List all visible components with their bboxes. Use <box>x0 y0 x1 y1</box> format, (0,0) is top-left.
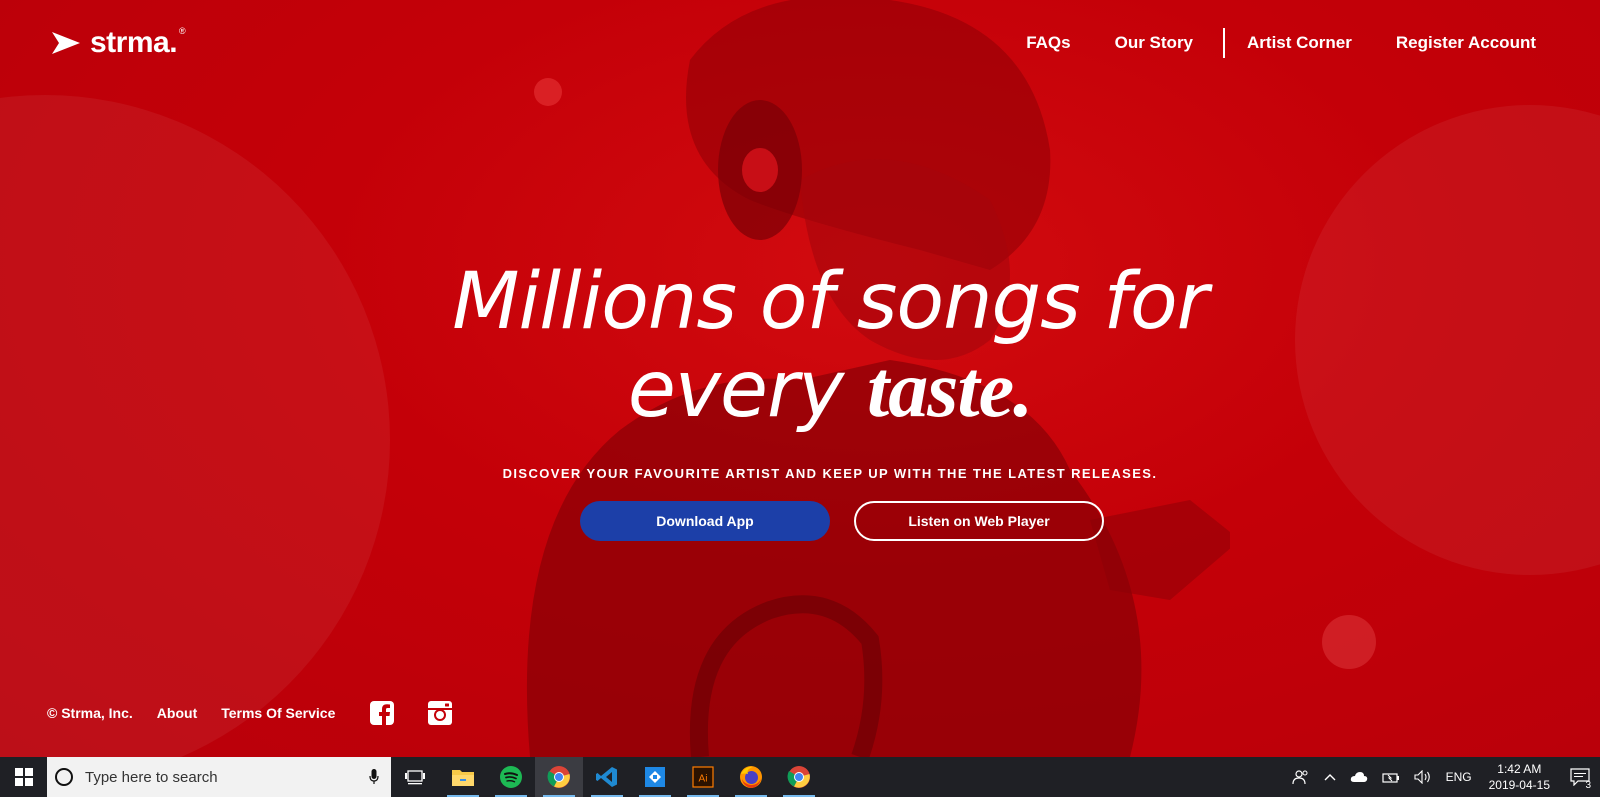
instagram-icon[interactable] <box>427 700 453 726</box>
task-view-icon[interactable] <box>391 757 439 797</box>
headline-line-1: Millions of songs for <box>452 257 1209 347</box>
footer-about-link[interactable]: About <box>157 705 197 721</box>
windows-logo-icon <box>14 768 33 786</box>
svg-text:Ai: Ai <box>699 774 708 785</box>
nav-divider <box>1223 28 1226 58</box>
logo-arrow-icon <box>52 32 80 54</box>
nav-our-story-link[interactable]: Our Story <box>1115 33 1193 53</box>
footer-copyright: © Strma, Inc. <box>47 705 133 721</box>
logo-text: strma. <box>90 26 178 59</box>
chrome-icon[interactable] <box>775 757 823 797</box>
microphone-icon[interactable] <box>369 769 379 785</box>
footer: © Strma, Inc. About Terms Of Service <box>47 700 475 726</box>
hero-subtitle: DISCOVER YOUR FAVOURITE ARTIST AND KEEP … <box>502 466 1158 481</box>
facebook-icon[interactable] <box>369 700 395 726</box>
taskbar-search-box[interactable]: Type here to search <box>47 757 391 797</box>
onedrive-icon[interactable] <box>1350 771 1368 783</box>
headline-line-2: every taste. <box>0 346 1600 434</box>
spotify-icon[interactable] <box>487 757 535 797</box>
listen-web-player-button[interactable]: Listen on Web Player <box>854 501 1104 541</box>
cortana-icon <box>55 768 73 786</box>
download-app-button[interactable]: Download App <box>580 501 830 541</box>
chevron-up-icon[interactable] <box>1324 773 1336 781</box>
top-navigation: FAQs Our Story Artist Corner Register Ac… <box>982 28 1536 58</box>
app-icon[interactable] <box>631 757 679 797</box>
firefox-icon[interactable] <box>727 757 775 797</box>
chrome-icon[interactable] <box>535 757 583 797</box>
headline-every: every <box>627 345 868 435</box>
brand-logo[interactable]: strma. ® <box>50 26 192 60</box>
notification-count: 3 <box>1585 780 1591 791</box>
system-tray: ENG 1:42 AM 2019-04-15 3 <box>1285 757 1600 797</box>
hero-headline: Millions of songs for every taste. <box>0 258 1600 434</box>
clock[interactable]: 1:42 AM 2019-04-15 <box>1489 761 1550 793</box>
headline-taste: taste. <box>867 346 1033 434</box>
language-indicator[interactable]: ENG <box>1446 770 1472 784</box>
clock-time: 1:42 AM <box>1497 762 1542 776</box>
people-icon[interactable] <box>1291 769 1310 785</box>
battery-icon[interactable] <box>1381 771 1400 783</box>
volume-icon[interactable] <box>1414 770 1432 784</box>
search-placeholder: Type here to search <box>85 768 218 786</box>
illustrator-icon[interactable]: Ai <box>679 757 727 797</box>
windows-taskbar: Type here to search Ai ENG 1:42 AM 2019-… <box>0 757 1600 797</box>
landing-page: strma. ® FAQs Our Story Artist Corner Re… <box>0 0 1600 757</box>
decorative-dot <box>1322 615 1376 669</box>
footer-terms-link[interactable]: Terms Of Service <box>221 705 335 721</box>
clock-date: 2019-04-15 <box>1488 778 1550 792</box>
start-button[interactable] <box>0 757 47 797</box>
action-center-icon[interactable]: 3 <box>1560 757 1600 797</box>
logo-registered-mark: ® <box>179 26 186 36</box>
file-explorer-icon[interactable] <box>439 757 487 797</box>
nav-faqs-link[interactable]: FAQs <box>1026 33 1070 53</box>
vscode-icon[interactable] <box>583 757 631 797</box>
nav-register-account-link[interactable]: Register Account <box>1396 33 1536 53</box>
taskbar-apps: Ai <box>391 757 823 797</box>
nav-artist-corner-link[interactable]: Artist Corner <box>1247 33 1352 53</box>
